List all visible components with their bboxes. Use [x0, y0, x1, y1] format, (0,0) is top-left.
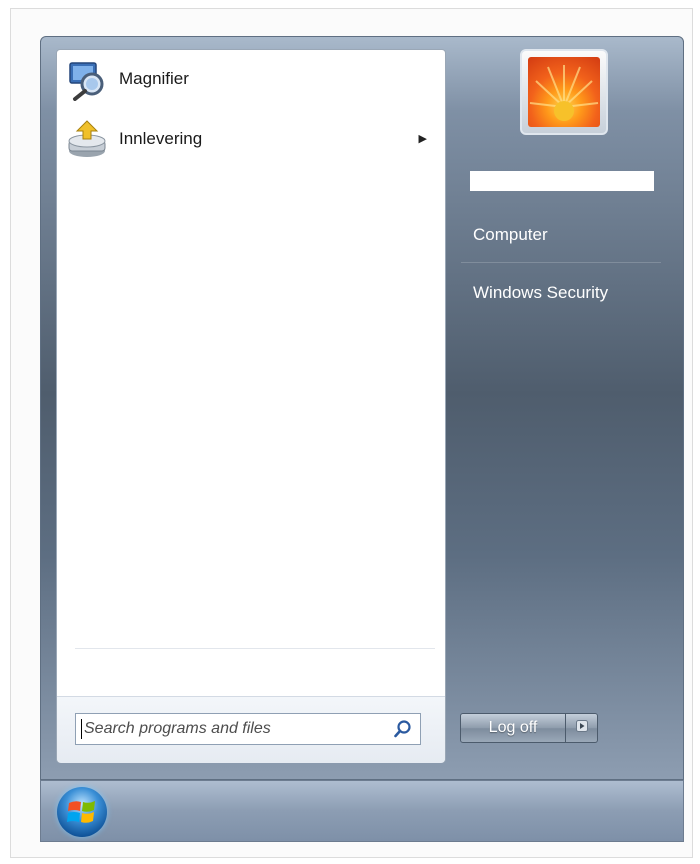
search-input[interactable] — [82, 719, 390, 739]
start-menu: Magnifier Innlevering ▶ Search programs … — [40, 36, 684, 780]
search-box[interactable] — [75, 713, 421, 745]
user-picture[interactable] — [520, 49, 608, 135]
chevron-right-icon — [575, 719, 588, 737]
place-item-windows-security[interactable]: Windows Security — [461, 275, 667, 311]
program-label-magnifier: Magnifier — [119, 69, 189, 88]
flower-picture — [528, 57, 600, 127]
magnifier-icon — [63, 55, 111, 103]
drive-upload-icon — [63, 115, 111, 163]
text-caret — [81, 719, 82, 739]
shutdown-options-button[interactable] — [566, 713, 598, 743]
logoff-button[interactable]: Log off — [460, 713, 566, 743]
program-item-innlevering[interactable]: Innlevering ▶ — [61, 114, 441, 164]
program-label-innlevering: Innlevering — [119, 129, 203, 148]
search-area — [57, 696, 445, 763]
user-name-redacted — [470, 171, 654, 191]
place-item-computer[interactable]: Computer — [461, 217, 667, 253]
logoff-group: Log off — [460, 713, 598, 743]
programs-panel: Magnifier Innlevering ▶ — [56, 49, 446, 763]
submenu-arrow-icon: ▶ — [418, 133, 427, 145]
taskbar — [40, 780, 684, 842]
places-panel: Computer Windows Security Log off — [446, 37, 683, 779]
search-icon[interactable] — [390, 716, 416, 742]
program-item-magnifier[interactable]: Magnifier — [61, 54, 441, 104]
windows-orb-icon[interactable] — [57, 787, 107, 837]
places-separator — [461, 262, 661, 263]
programs-separator — [75, 648, 435, 649]
